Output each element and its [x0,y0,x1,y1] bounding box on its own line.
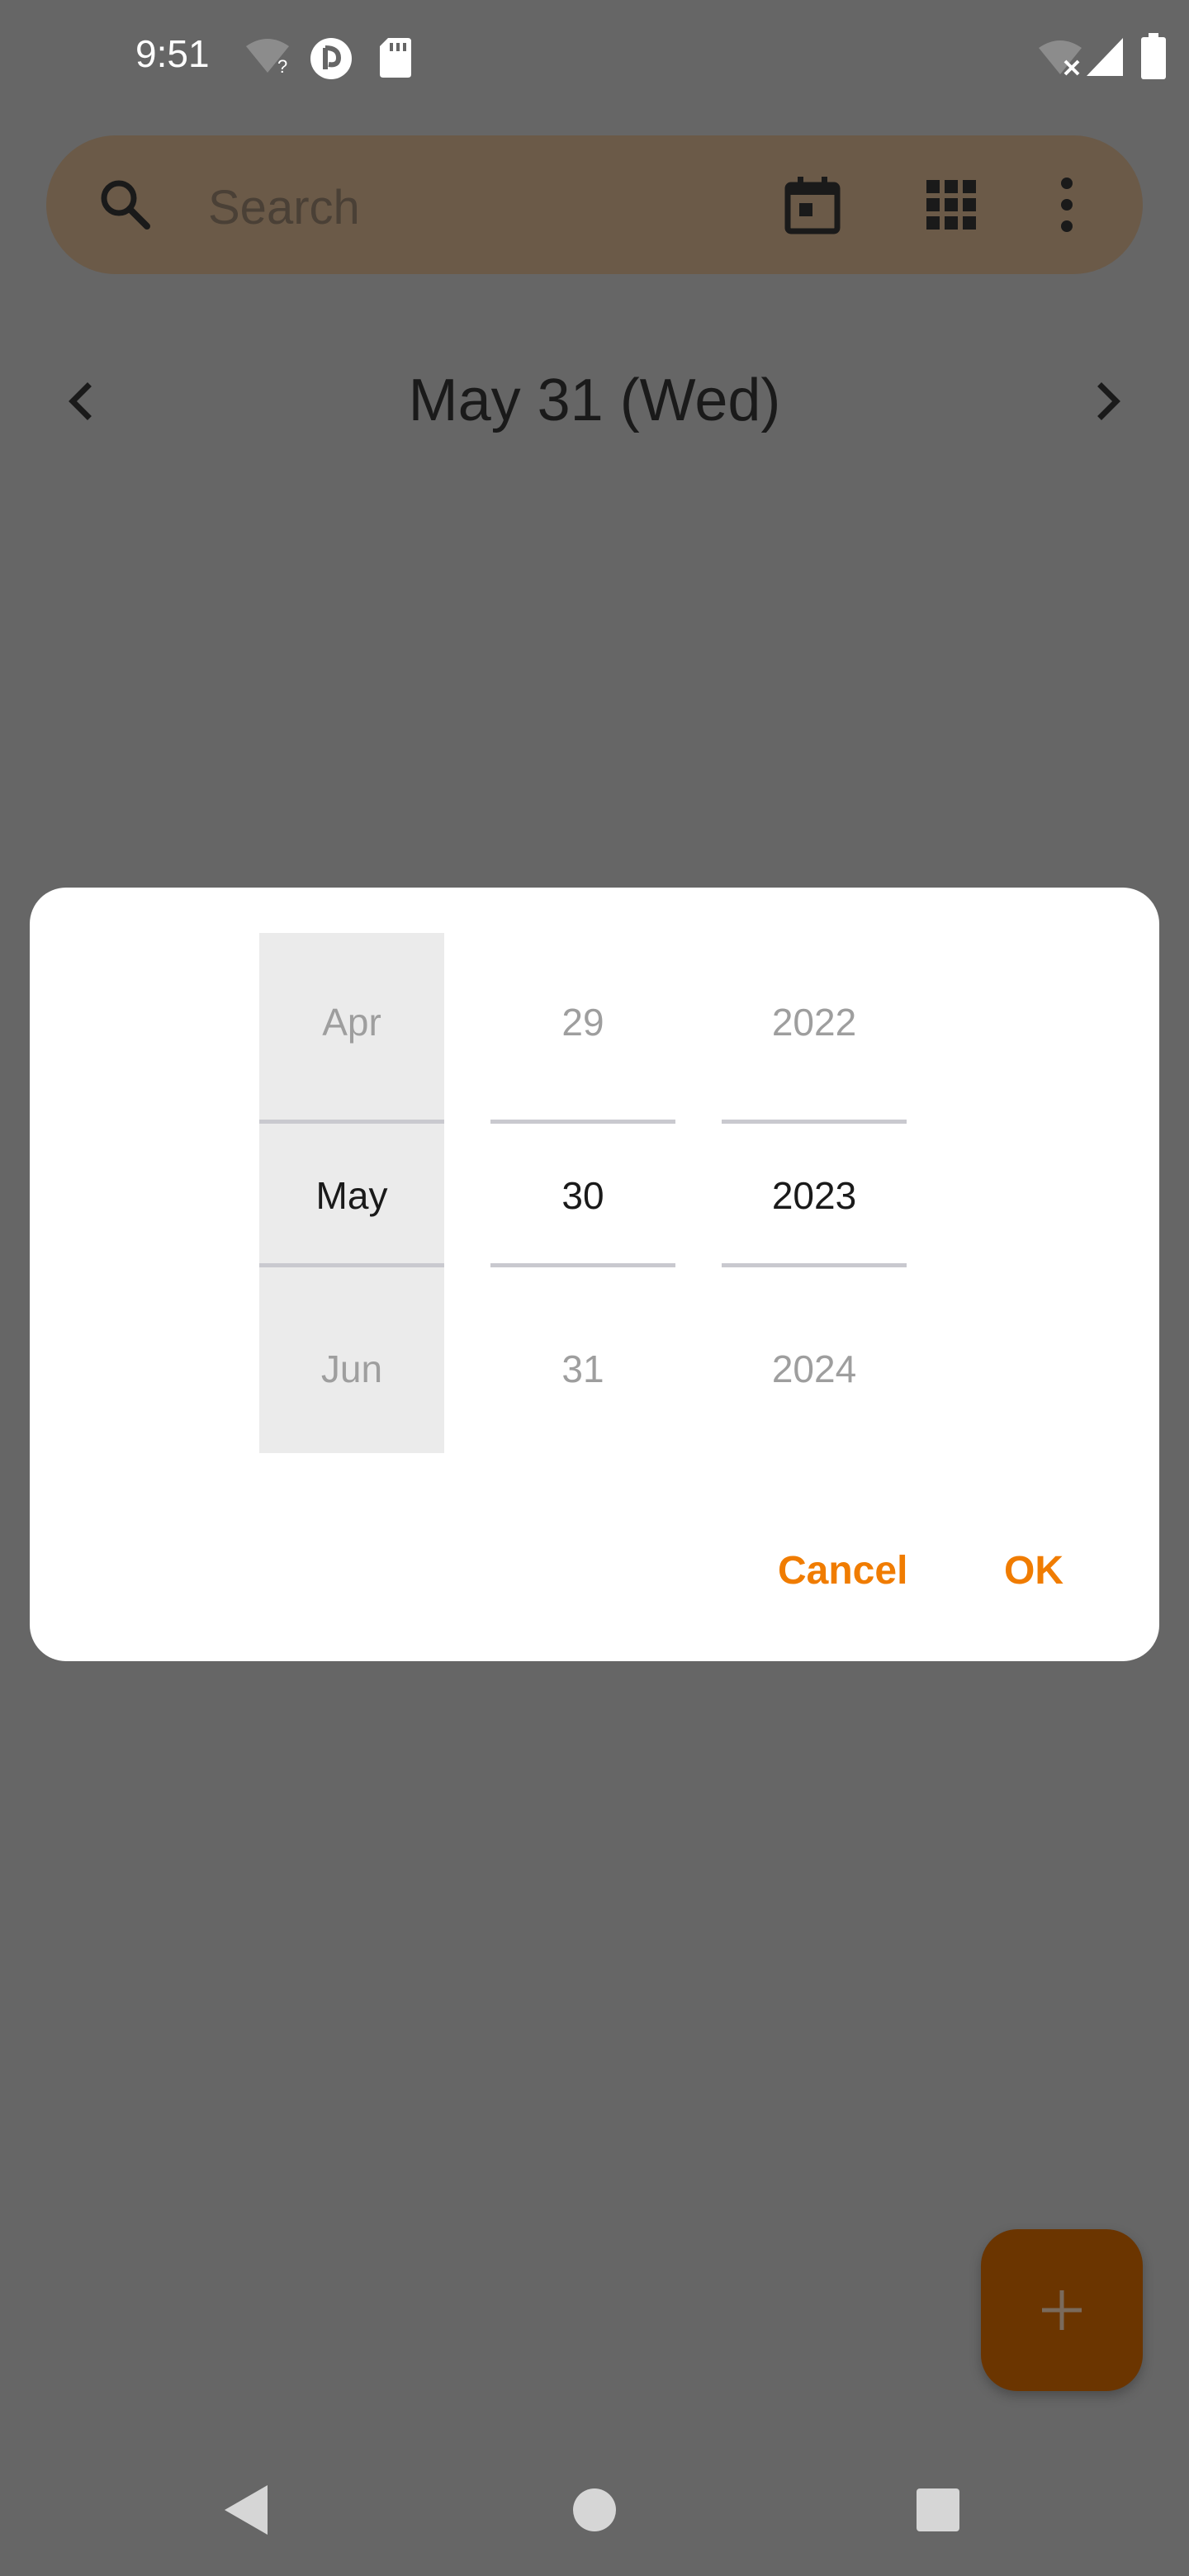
year-next[interactable]: 2024 [722,1328,907,1410]
year-picker[interactable]: 2022 2023 2024 [722,933,907,1453]
day-next[interactable]: 31 [490,1328,675,1410]
date-header: May 31 (Wed) [0,355,1189,446]
picker-divider [490,1263,675,1267]
date-title[interactable]: May 31 (Wed) [0,367,1189,434]
more-vert-icon [1061,178,1073,232]
picker-divider [490,1120,675,1124]
app-status-icon [310,38,352,79]
plus-icon [1042,2290,1082,2330]
signal-icon [1087,38,1123,76]
home-icon[interactable] [563,2479,626,2541]
next-day-button[interactable] [1082,375,1135,428]
sd-card-icon [380,38,411,78]
month-prev[interactable]: Apr [259,981,444,1063]
cancel-button[interactable]: Cancel [778,1548,907,1593]
month-next[interactable]: Jun [259,1328,444,1410]
search-input[interactable]: Search [208,180,360,235]
wifi-off-icon [1039,40,1082,76]
battery-icon [1141,33,1166,79]
picker-divider [259,1120,444,1124]
system-nav-bar [0,2444,1189,2576]
calendar-button[interactable] [779,172,846,238]
date-picker-dialog: Apr May Jun 29 30 31 2022 2023 2024 Canc… [30,888,1159,1661]
status-time: 9:51 [135,32,210,75]
month-selected[interactable]: May [259,1154,444,1237]
picker-divider [259,1263,444,1267]
grid-icon [926,180,976,230]
day-picker[interactable]: 29 30 31 [490,933,675,1453]
day-selected[interactable]: 30 [490,1154,675,1237]
month-picker[interactable]: Apr May Jun [259,933,444,1453]
more-options-button[interactable] [1034,172,1100,238]
picker-divider [722,1120,907,1124]
status-bar: 9:51 ? [0,0,1189,116]
ok-button[interactable]: OK [1004,1548,1063,1593]
calendar-icon [784,177,841,234]
recents-icon[interactable] [907,2479,969,2541]
grid-view-button[interactable] [918,172,984,238]
search-icon[interactable] [96,175,155,234]
search-bar[interactable]: Search [46,135,1143,274]
year-selected[interactable]: 2023 [722,1154,907,1237]
wifi-unknown-icon: ? [246,39,289,74]
svg-text:?: ? [277,56,287,74]
picker-divider [722,1263,907,1267]
year-prev[interactable]: 2022 [722,981,907,1063]
back-icon[interactable] [216,2479,279,2541]
add-button[interactable] [981,2229,1143,2391]
day-prev[interactable]: 29 [490,981,675,1063]
